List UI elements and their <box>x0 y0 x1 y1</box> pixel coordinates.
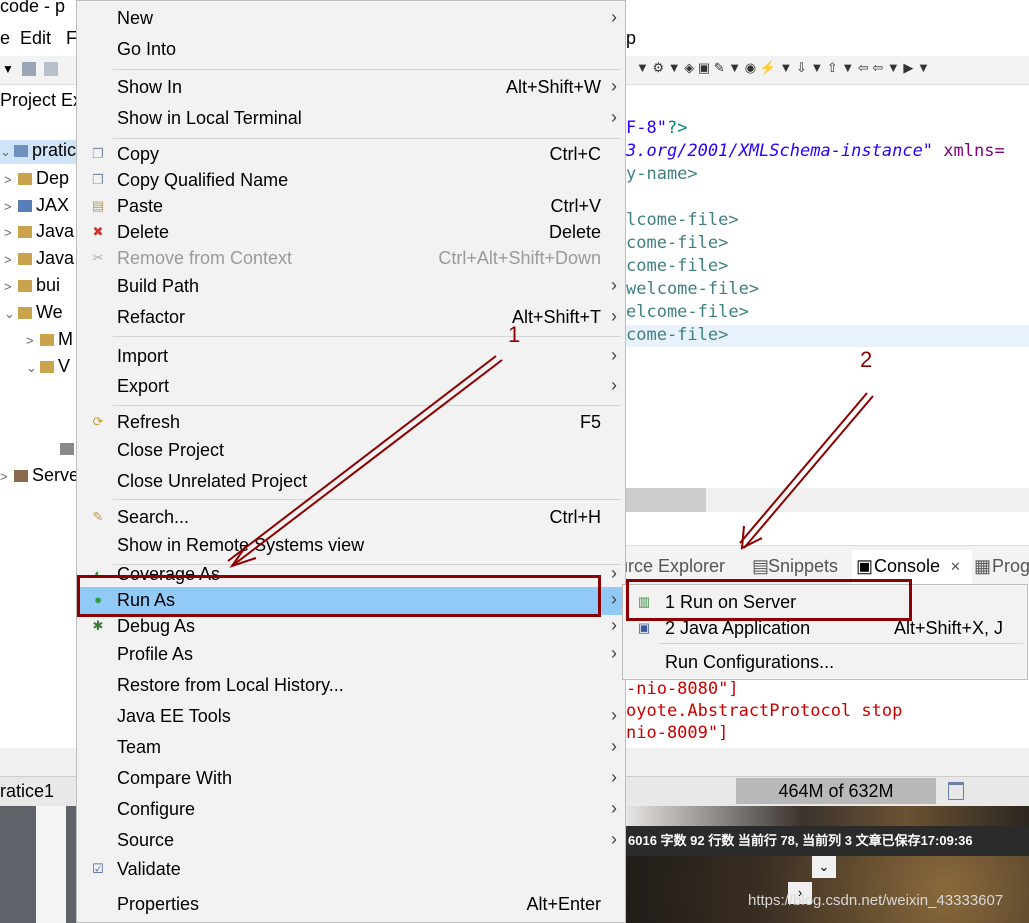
annotation-arrow-1-shadow <box>227 355 497 562</box>
annotation-arrows <box>227 355 874 568</box>
annotation-arrow-2 <box>743 395 874 549</box>
annotation-arrow-1 <box>231 359 503 567</box>
annotation-arrow-2-shadow <box>739 392 868 544</box>
